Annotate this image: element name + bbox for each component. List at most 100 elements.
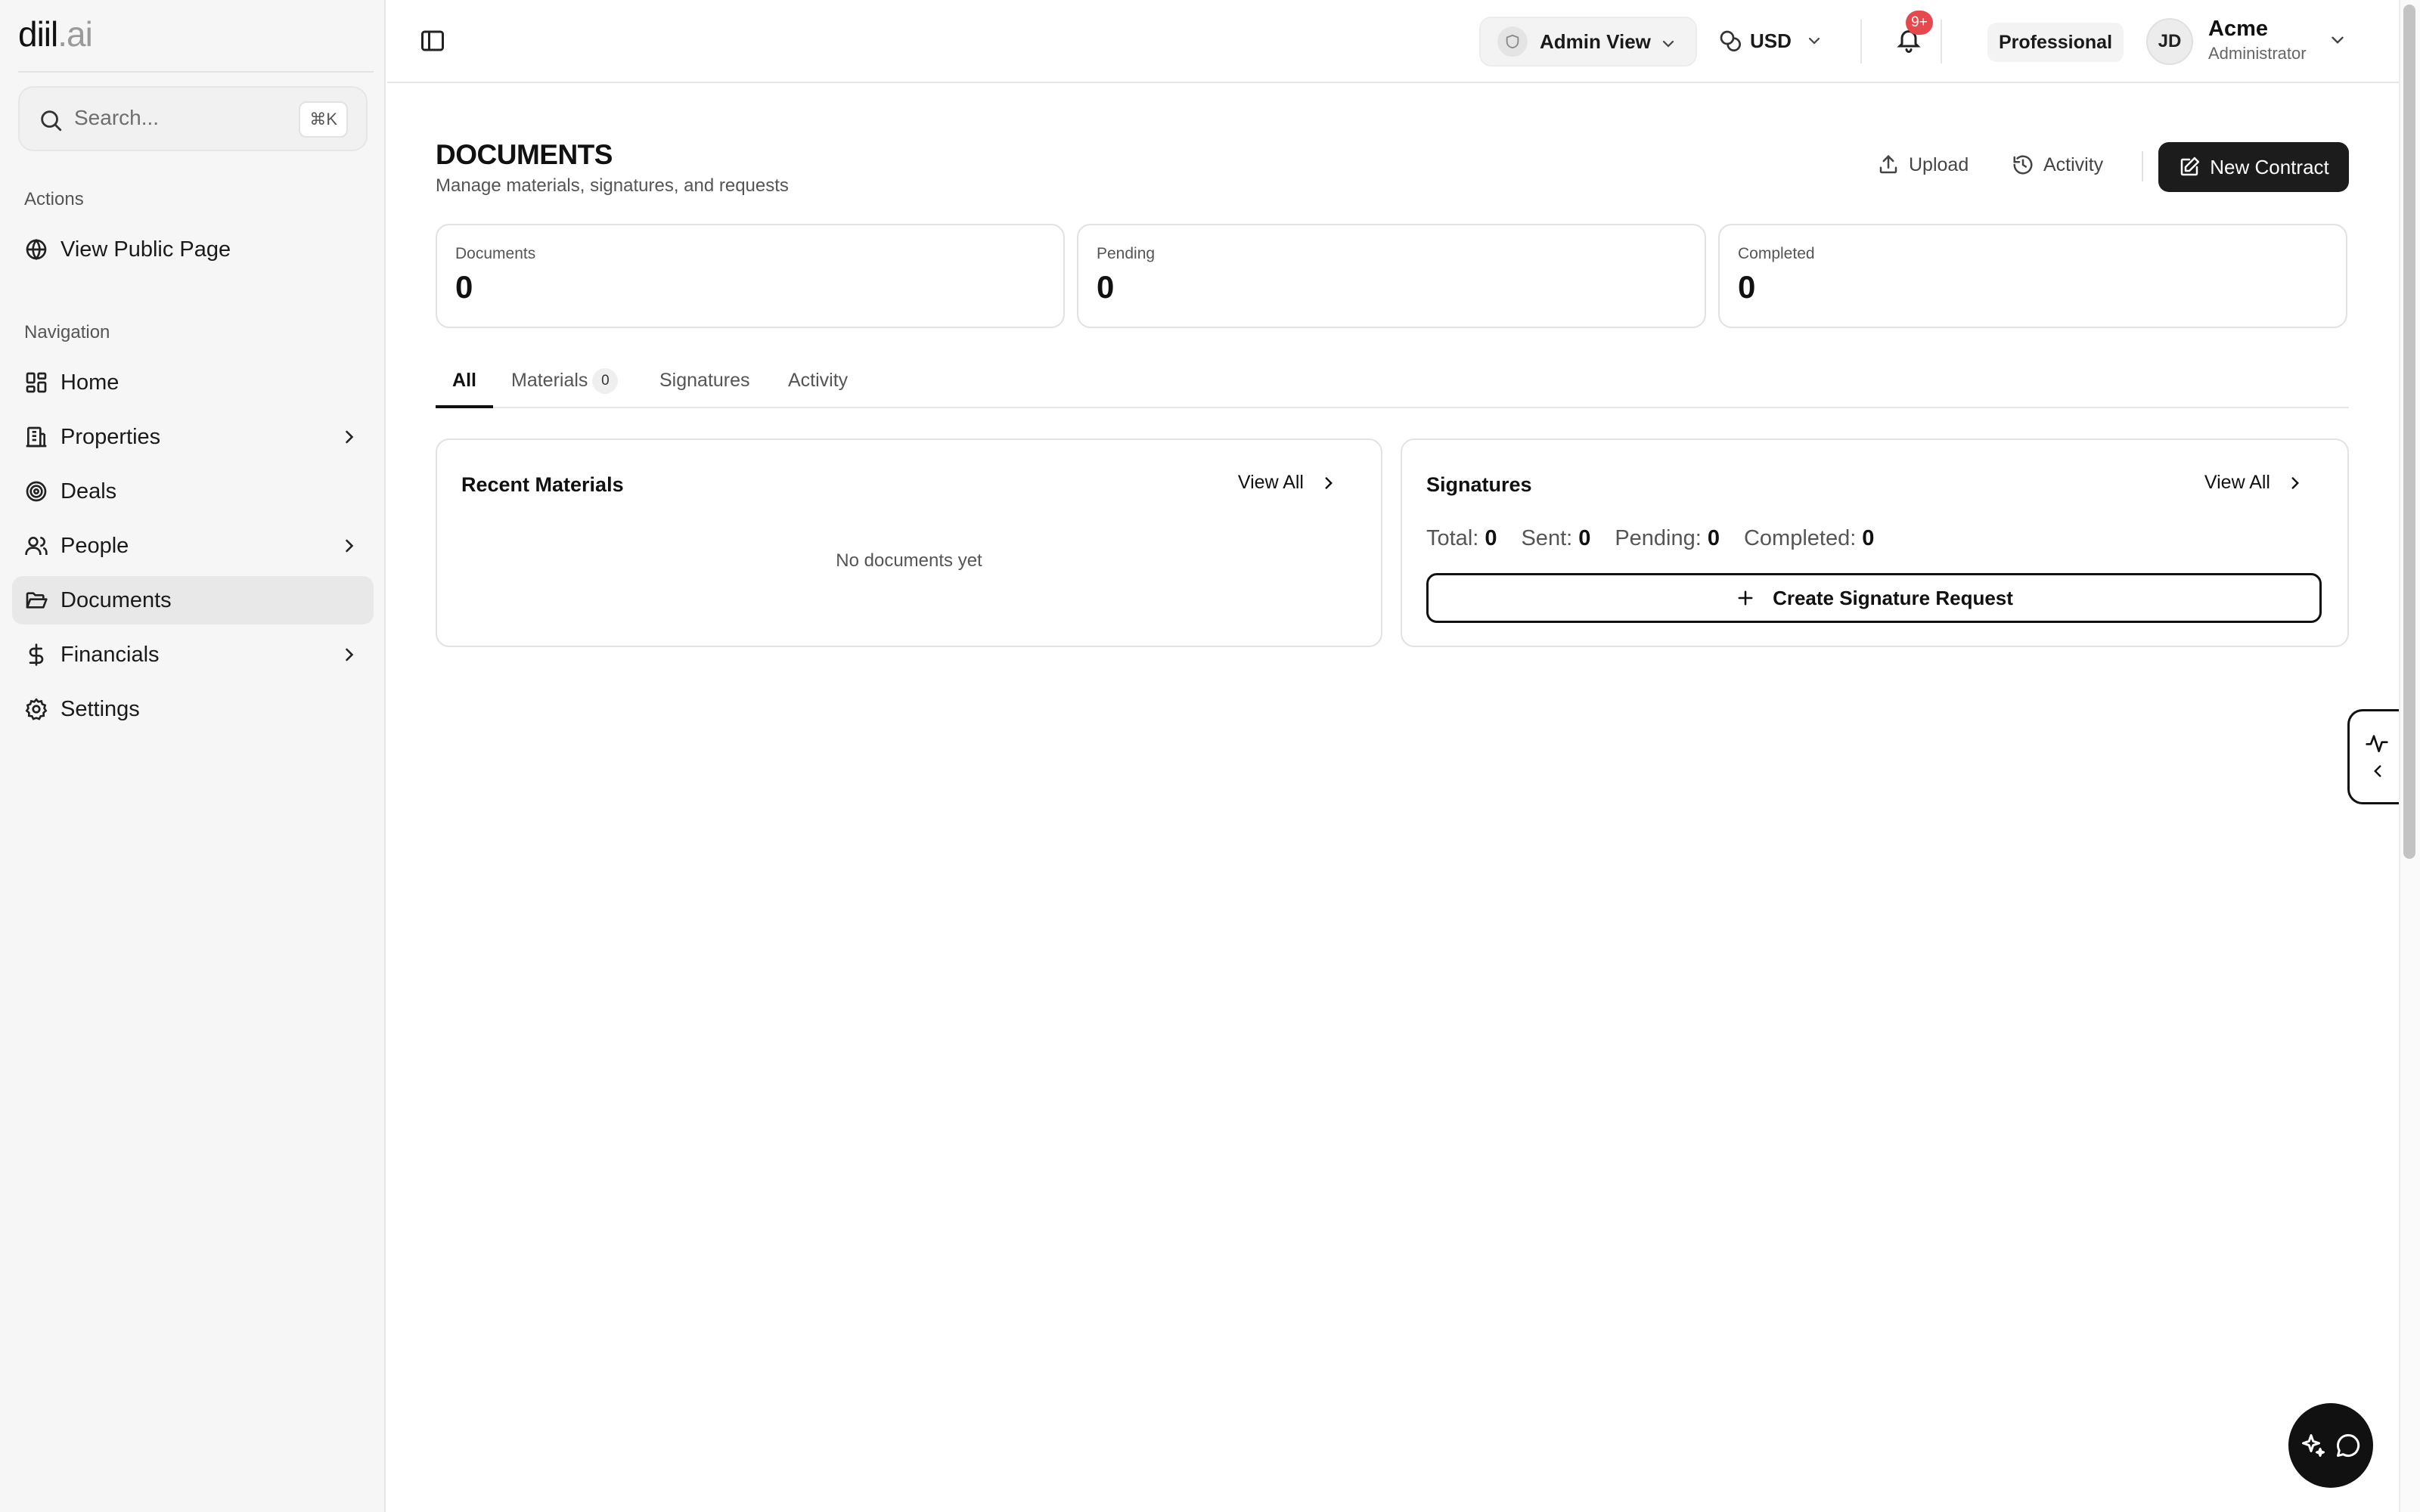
home-grid-icon xyxy=(26,372,47,393)
tab-all[interactable]: All xyxy=(436,360,493,408)
upload-label: Upload xyxy=(1909,153,1969,175)
signatures-panel: Signatures View All Total: 0 Sent: 0 Pendi… xyxy=(1401,438,2349,647)
recent-materials-panel: Recent Materials View All No documents y… xyxy=(436,438,1382,647)
recent-materials-title: Recent Materials xyxy=(461,473,624,496)
currency-label: USD xyxy=(1750,29,1792,52)
signatures-view-all-button[interactable]: View All xyxy=(2204,472,2305,494)
sidebar-item-label: Home xyxy=(60,370,119,395)
stat-label: Pending xyxy=(1097,245,1156,262)
chat-bubble-icon xyxy=(2337,1433,2360,1457)
stat-value: 0 xyxy=(1097,269,1115,305)
tab-signatures[interactable]: Signatures xyxy=(659,360,750,408)
globe-icon xyxy=(26,238,47,261)
folder-open-icon xyxy=(26,592,48,609)
chevron-down-icon xyxy=(1808,37,1820,45)
sig-stat-sent: Sent: 0 xyxy=(1521,526,1590,551)
actions-section-label: Actions xyxy=(24,189,84,209)
target-icon xyxy=(26,481,47,502)
app-logo[interactable]: diil.ai xyxy=(18,14,93,54)
sidebar-item-label: Settings xyxy=(60,696,140,721)
sidebar-toggle-icon[interactable] xyxy=(419,27,446,54)
chevron-left-icon xyxy=(2374,765,2381,777)
tab-materials-count: 0 xyxy=(592,368,619,394)
view-all-label: View All xyxy=(1237,472,1304,493)
tab-materials[interactable]: Materials 0 xyxy=(511,360,619,408)
activity-drawer-tab[interactable] xyxy=(2347,709,2402,804)
history-icon xyxy=(2013,155,2033,175)
sidebar-item-label: Documents xyxy=(60,587,172,612)
account-chevron-down-icon[interactable] xyxy=(2328,30,2347,50)
ai-chat-button[interactable] xyxy=(2288,1403,2373,1488)
chevron-right-icon xyxy=(346,539,354,553)
stat-value: 0 xyxy=(455,269,473,305)
recent-materials-view-all-button[interactable]: View All xyxy=(1238,472,1339,494)
header-divider xyxy=(1860,20,1862,64)
sig-stat-value: 0 xyxy=(1578,526,1591,550)
currency-dropdown[interactable]: USD xyxy=(1718,21,1823,60)
scrollbar-thumb[interactable] xyxy=(2403,5,2415,859)
users-icon xyxy=(25,537,48,555)
sidebar-item-settings[interactable]: Settings xyxy=(12,685,374,733)
logo-main-text: diil xyxy=(18,14,58,54)
stat-label: Documents xyxy=(455,245,536,262)
page-subtitle: Manage materials, signatures, and reques… xyxy=(436,175,789,196)
pulse-icon xyxy=(2366,735,2388,752)
view-mode-dropdown[interactable]: Admin View xyxy=(1479,17,1697,67)
search-box[interactable]: Search... ⌘K xyxy=(18,86,368,151)
sidebar-item-documents[interactable]: Documents xyxy=(12,576,374,624)
view-public-page-label: View Public Page xyxy=(60,237,231,262)
sig-stat-label: Sent: xyxy=(1521,526,1573,550)
sig-stat-completed: Completed: 0 xyxy=(1744,526,1874,551)
search-placeholder: Search... xyxy=(74,106,160,129)
account-name[interactable]: Acme xyxy=(2208,17,2268,42)
logo-divider xyxy=(18,71,374,73)
stat-card-pending: Pending 0 xyxy=(1077,224,1706,328)
sidebar-item-home[interactable]: Home xyxy=(12,358,374,407)
sidebar-item-people[interactable]: People xyxy=(12,522,374,570)
view-all-label: View All xyxy=(2204,472,2270,493)
top-bar: Admin View USD Professional JD Acme Admi… xyxy=(387,0,2399,83)
navigation-section-label: Navigation xyxy=(24,322,110,342)
sidebar-item-financials[interactable]: Financials xyxy=(12,631,374,679)
activity-label: Activity xyxy=(2043,153,2104,175)
sig-stat-label: Completed: xyxy=(1743,526,1857,550)
stat-value: 0 xyxy=(1738,269,1756,305)
stat-card-documents: Documents 0 xyxy=(436,224,1065,328)
sidebar-item-label: Properties xyxy=(60,424,161,449)
notification-badge: 9+ xyxy=(1906,11,1933,35)
view-public-page-link[interactable]: View Public Page xyxy=(12,225,374,274)
upload-button[interactable]: Upload xyxy=(1877,150,1969,180)
signatures-title: Signatures xyxy=(1426,473,1532,496)
shield-icon-wrap xyxy=(1497,26,1528,57)
page-title: DOCUMENTS xyxy=(436,139,613,170)
create-signature-request-button[interactable]: Create Signature Request xyxy=(1426,573,2322,623)
search-icon xyxy=(41,110,62,132)
actions-divider xyxy=(2142,151,2143,181)
sidebar-item-properties[interactable]: Properties xyxy=(12,413,374,461)
sidebar-item-deals[interactable]: Deals xyxy=(12,467,374,516)
gear-icon xyxy=(25,698,48,720)
stat-card-completed: Completed 0 xyxy=(1718,224,2347,328)
view-mode-label: Admin View xyxy=(1540,29,1651,53)
plan-badge: Professional xyxy=(1987,23,2124,62)
signature-stats: Total: 0 Sent: 0 Pending: 0 Completed: 0 xyxy=(1426,526,1898,551)
new-contract-label: New Contract xyxy=(2210,155,2329,178)
account-role: Administrator xyxy=(2208,44,2307,63)
chevron-right-icon xyxy=(1325,476,1333,489)
chevron-right-icon xyxy=(2291,476,2299,489)
sig-stat-value: 0 xyxy=(1485,526,1497,550)
upload-icon xyxy=(1879,154,1897,174)
new-contract-button[interactable]: New Contract xyxy=(2158,142,2349,192)
plus-icon xyxy=(1738,590,1753,606)
header-divider xyxy=(1941,20,1942,64)
tab-activity[interactable]: Activity xyxy=(788,360,848,408)
avatar[interactable]: JD xyxy=(2146,18,2193,65)
coins-icon xyxy=(1720,30,1741,51)
sidebar-item-label: Deals xyxy=(60,479,117,503)
activity-button[interactable]: Activity xyxy=(2012,150,2103,180)
search-shortcut-hint: ⌘K xyxy=(299,101,348,138)
sidebar-item-label: People xyxy=(60,533,129,558)
create-signature-request-label: Create Signature Request xyxy=(1773,586,2013,609)
chevron-right-icon xyxy=(346,430,354,444)
sig-stat-value: 0 xyxy=(1707,526,1720,550)
